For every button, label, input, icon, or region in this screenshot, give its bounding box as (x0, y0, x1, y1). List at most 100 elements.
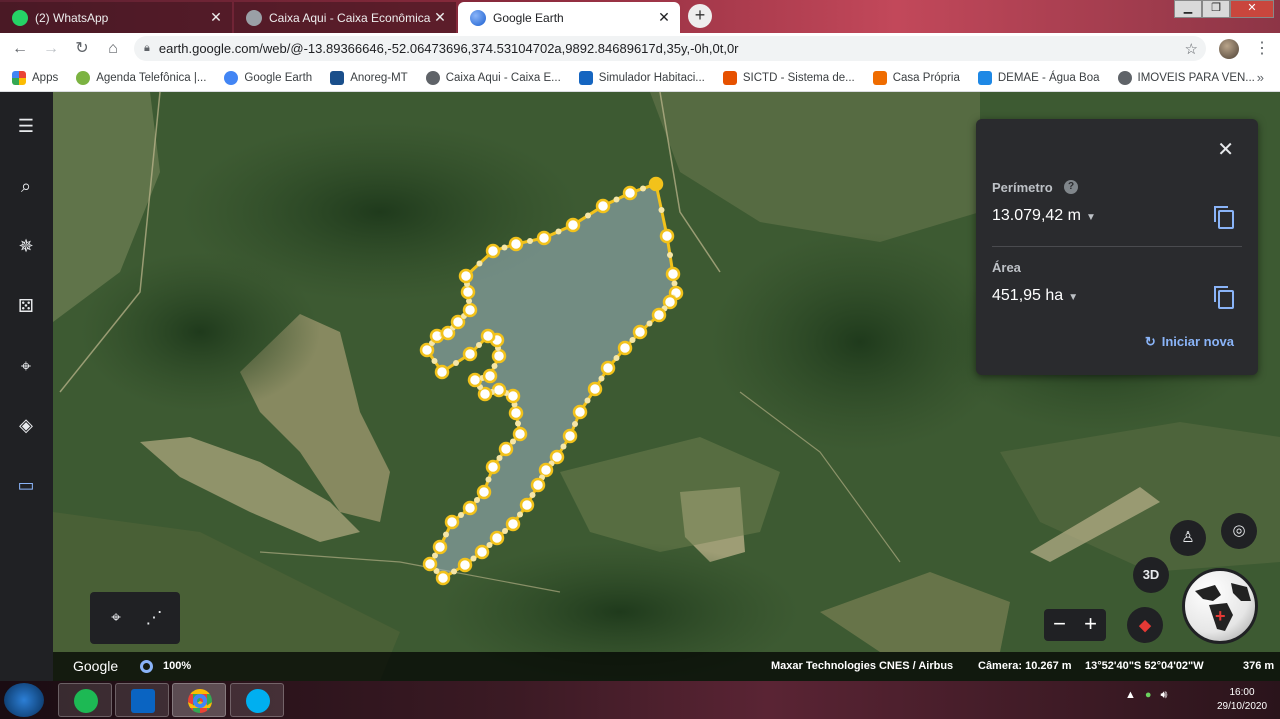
tray-overflow-icon[interactable]: ▲ (1125, 689, 1136, 702)
polygon-midpoint-handle[interactable] (613, 355, 620, 361)
polygon-midpoint-handle[interactable] (485, 476, 492, 483)
polygon-vertex-handle[interactable] (600, 360, 616, 376)
polygon-vertex-handle[interactable] (422, 556, 438, 572)
polygon-vertex-handle[interactable] (491, 382, 507, 398)
polygon-midpoint-handle[interactable] (451, 568, 457, 575)
polygon-midpoint-handle[interactable] (667, 252, 673, 258)
new-tab-button[interactable]: + (688, 4, 712, 28)
bookmark-simulador[interactable]: Simulador Habitaci... (578, 70, 705, 85)
polygon-vertex-handle[interactable] (467, 372, 483, 388)
polygon-midpoint-handle[interactable] (453, 360, 459, 366)
bookmark-anoreg[interactable]: Anoreg-MT (330, 70, 408, 85)
polygon-vertex-handle[interactable] (435, 570, 451, 586)
polygon-midpoint-handle[interactable] (646, 320, 653, 327)
polygon-vertex-handle[interactable] (491, 348, 507, 364)
zoom-in-button[interactable]: + (1075, 609, 1106, 641)
polygon-midpoint-handle[interactable] (501, 244, 508, 251)
feeling-lucky-icon[interactable]: ⚄ (13, 293, 39, 319)
polygon-vertex-handle[interactable] (508, 405, 524, 421)
imagery-attribution[interactable]: Maxar Technologies CNES / Airbus (771, 660, 953, 672)
back-icon[interactable]: ← (9, 38, 31, 60)
polygon-vertex-handle[interactable] (565, 217, 581, 233)
my-location-icon[interactable]: ◎ (1221, 513, 1257, 549)
scale-bar[interactable]: 376 m (1243, 660, 1274, 672)
polygon-midpoint-handle[interactable] (502, 528, 508, 534)
polygon-vertex-handle[interactable] (444, 514, 460, 530)
polygon-midpoint-handle[interactable] (585, 212, 591, 219)
polygon-vertex-handle[interactable] (632, 324, 648, 340)
bookmark-sictd[interactable]: SICTD - Sistema de... (722, 70, 855, 85)
polygon-vertex-handle[interactable] (462, 500, 478, 516)
polygon-vertex-handle[interactable] (498, 441, 514, 457)
polygon-vertex-handle[interactable] (485, 243, 501, 259)
polygon-midpoint-handle[interactable] (510, 438, 516, 445)
polygon-midpoint-handle[interactable] (458, 512, 464, 518)
projects-icon[interactable]: ⌖ (13, 353, 39, 379)
polygon-midpoint-handle[interactable] (572, 421, 578, 427)
polygon-vertex-handle[interactable] (530, 477, 546, 493)
bookmark-caixa[interactable]: Caixa Aqui - Caixa E... (425, 70, 561, 85)
polygon-midpoint-handle[interactable] (431, 358, 438, 364)
reload-icon[interactable]: ↻ (71, 38, 93, 60)
polygon-midpoint-handle[interactable] (517, 511, 523, 518)
polygon-vertex-handle[interactable] (617, 340, 633, 356)
polygon-vertex-handle[interactable] (512, 426, 528, 442)
system-clock[interactable]: 16:00 29/10/2020 (1212, 686, 1272, 714)
polygon-vertex-handle[interactable] (595, 198, 611, 214)
menu-icon[interactable]: ☰ (13, 113, 39, 139)
search-icon[interactable]: ⌕ (13, 173, 39, 199)
window-close-icon[interactable]: ✕ (1230, 0, 1274, 18)
polygon-midpoint-handle[interactable] (486, 542, 493, 548)
bookmark-google-earth[interactable]: Google Earth (224, 70, 312, 85)
polygon-vertex-handle[interactable] (538, 462, 554, 478)
close-icon[interactable]: ✕ (208, 9, 224, 26)
minimize-icon[interactable]: ▁ (1174, 0, 1202, 18)
polygon-midpoint-handle[interactable] (613, 196, 620, 203)
polygon-midpoint-handle[interactable] (529, 492, 536, 498)
copy-area-icon[interactable] (1214, 286, 1234, 309)
polygon-vertex-handle[interactable] (587, 381, 603, 397)
restart-measure-button[interactable]: ↻ Iniciar nova (1145, 334, 1234, 350)
polygon-vertex-handle[interactable] (536, 230, 552, 246)
polygon-vertex-handle[interactable] (489, 530, 505, 546)
polygon-midpoint-handle[interactable] (491, 363, 498, 369)
polygon-midpoint-handle[interactable] (496, 455, 503, 461)
more-menu-icon[interactable]: ⋮ (1254, 38, 1270, 58)
bookmark-imoveis[interactable]: IMOVEIS PARA VEN... (1117, 70, 1255, 85)
taskbar-spotify[interactable] (58, 683, 112, 717)
draw-path-icon[interactable]: ⋰ (142, 606, 166, 630)
bookmark-casa-propria[interactable]: Casa Própria (872, 70, 960, 85)
polygon-midpoint-handle[interactable] (640, 185, 646, 192)
area-value[interactable]: 451,95 ha ▼ (992, 287, 1078, 305)
polygon-vertex-handle[interactable] (458, 268, 474, 284)
tab-whatsapp[interactable]: (2) WhatsApp ✕ (0, 2, 232, 33)
polygon-vertex-handle[interactable] (648, 176, 664, 192)
volume-icon[interactable]: 🔊︎ (1161, 689, 1168, 702)
map-style-icon[interactable]: ◈ (13, 412, 39, 438)
polygon-vertex-handle[interactable] (562, 428, 578, 444)
measure-ruler-icon[interactable]: ▭ (13, 472, 39, 498)
bookmark-agenda[interactable]: Agenda Telefônica |... (76, 70, 206, 85)
polygon-vertex-handle[interactable] (480, 328, 496, 344)
polygon-vertex-handle[interactable] (462, 302, 478, 318)
polygon-midpoint-handle[interactable] (584, 397, 591, 404)
close-icon[interactable]: ✕ (656, 9, 672, 26)
polygon-midpoint-handle[interactable] (555, 228, 562, 235)
voyager-icon[interactable]: ✵ (13, 233, 39, 259)
taskbar-skype[interactable] (230, 683, 284, 717)
address-bar[interactable]: 🔒︎ earth.google.com/web/@-13.89366646,-5… (134, 36, 1206, 61)
polygon-vertex-handle[interactable] (485, 459, 501, 475)
network-icon[interactable]: ● (1145, 689, 1152, 702)
start-button[interactable] (4, 683, 44, 717)
pegman-street-view-icon[interactable]: ♙ (1170, 520, 1206, 556)
polygon-vertex-handle[interactable] (474, 544, 490, 560)
polygon-vertex-handle[interactable] (476, 484, 492, 500)
polygon-vertex-handle[interactable] (482, 368, 498, 384)
chevron-down-icon[interactable]: ▼ (1086, 212, 1096, 223)
taskbar-chrome[interactable] (172, 683, 226, 717)
polygon-midpoint-handle[interactable] (658, 207, 665, 213)
zoom-out-button[interactable]: − (1044, 609, 1075, 641)
bookmark-demae[interactable]: DEMAE - Água Boa (977, 70, 1100, 85)
restore-icon[interactable]: ❐ (1202, 0, 1230, 18)
tab-caixa[interactable]: Caixa Aqui - Caixa Econômica Fe ✕ (234, 2, 456, 33)
